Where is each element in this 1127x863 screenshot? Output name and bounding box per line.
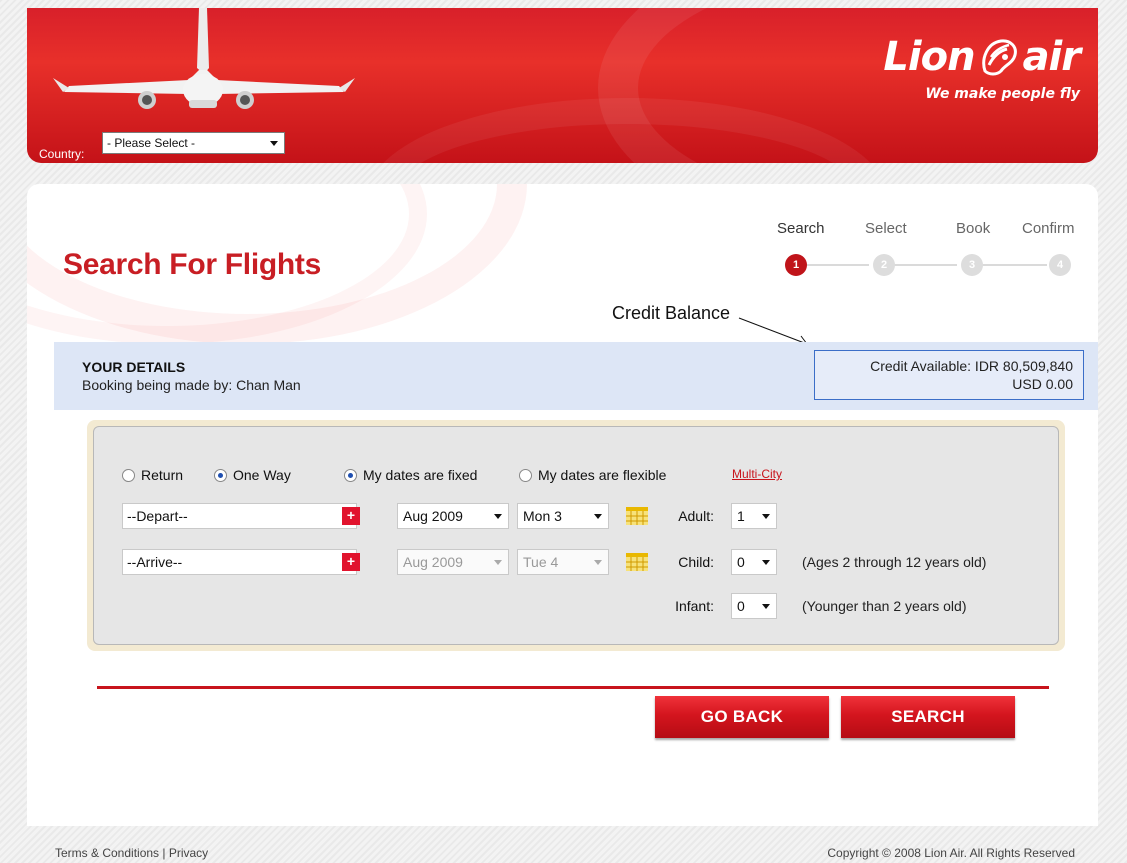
arrive-day-select[interactable]: Tue 4 (517, 549, 609, 575)
chevron-down-icon (762, 604, 770, 609)
lion-air-logo: Lion air We make people fly (883, 34, 1081, 102)
country-select-value: - Please Select - (107, 136, 196, 150)
lion-head-icon (981, 39, 1017, 76)
chevron-down-icon (270, 141, 278, 146)
go-back-button[interactable]: GO BACK (655, 696, 829, 738)
radio-selected-icon (344, 468, 357, 482)
infant-age-note: (Younger than 2 years old) (802, 598, 967, 614)
arrive-month-select[interactable]: Aug 2009 (397, 549, 509, 575)
credit-balance-annotation: Credit Balance (612, 303, 731, 323)
chevron-down-icon (594, 514, 602, 519)
depart-day-select[interactable]: Mon 3 (517, 503, 609, 529)
infant-count-value: 0 (737, 598, 745, 614)
child-label: Child: (678, 554, 714, 570)
footer-links[interactable]: Terms & Conditions | Privacy (55, 846, 208, 860)
infant-count-select[interactable]: 0 (731, 593, 777, 619)
trip-type-return-label: Return (141, 467, 184, 483)
trip-type-return-radio[interactable]: Return (122, 467, 183, 483)
multi-city-link[interactable]: Multi-City (732, 467, 782, 481)
dates-flexible-label: My dates are flexible (538, 467, 667, 483)
arrive-month-value: Aug 2009 (403, 554, 463, 570)
flight-search-form: Return One Way My dates are fixed My dat… (87, 420, 1065, 651)
child-count-select[interactable]: 0 (731, 549, 777, 575)
page-title: Search For Flights (63, 248, 321, 281)
step-number-book: 3 (961, 254, 983, 276)
arrive-calendar-icon[interactable] (626, 553, 648, 571)
depart-month-select[interactable]: Aug 2009 (397, 503, 509, 529)
divider (97, 686, 1049, 689)
depart-add-button[interactable]: + (342, 507, 360, 525)
step-connector (893, 264, 957, 266)
airplane-icon (53, 8, 355, 109)
dates-flexible-radio[interactable]: My dates are flexible (519, 467, 666, 483)
country-select[interactable]: - Please Select - (102, 132, 285, 154)
depart-calendar-icon[interactable] (626, 507, 648, 525)
chevron-down-icon (762, 560, 770, 565)
step-label-book: Book (956, 220, 991, 237)
step-connector (981, 264, 1047, 266)
copyright-text: Copyright © 2008 Lion Air. All Rights Re… (827, 846, 1075, 860)
country-label: Country: (39, 147, 85, 161)
arrive-day-value: Tue 4 (523, 554, 559, 570)
credit-available-box: Credit Available: IDR 80,509,840 USD 0.0… (814, 350, 1084, 400)
radio-icon (519, 468, 532, 482)
dates-fixed-radio[interactable]: My dates are fixed (344, 467, 477, 483)
step-number-search: 1 (785, 254, 807, 276)
chevron-down-icon (494, 560, 502, 565)
step-connector (807, 264, 869, 266)
step-label-confirm: Confirm (1022, 220, 1075, 237)
child-count-value: 0 (737, 554, 745, 570)
radio-icon (122, 468, 135, 482)
details-title: YOUR DETAILS (82, 359, 186, 375)
radio-selected-icon (214, 468, 227, 482)
adult-count-value: 1 (737, 508, 745, 524)
trip-type-oneway-label: One Way (233, 467, 291, 483)
chevron-down-icon (594, 560, 602, 565)
arrive-city-input[interactable]: --Arrive-- (122, 549, 357, 575)
step-number-confirm: 4 (1049, 254, 1071, 276)
child-age-note: (Ages 2 through 12 years old) (802, 554, 987, 570)
chevron-down-icon (762, 514, 770, 519)
depart-day-value: Mon 3 (523, 508, 562, 524)
adult-label: Adult: (678, 508, 714, 524)
trip-type-oneway-radio[interactable]: One Way (214, 467, 291, 483)
infant-label: Infant: (675, 598, 714, 614)
logo-word-air: air (1022, 34, 1081, 80)
credit-usd: USD 0.00 (1012, 376, 1073, 392)
search-button[interactable]: SEARCH (841, 696, 1015, 738)
booking-by-text: Booking being made by: Chan Man (82, 377, 301, 393)
credit-idr: Credit Available: IDR 80,509,840 (870, 358, 1073, 374)
depart-month-value: Aug 2009 (403, 508, 463, 524)
site-footer: Terms & Conditions | Privacy Copyright ©… (0, 828, 1127, 863)
step-label-search: Search (777, 220, 825, 237)
main-content: Search For Flights Search Select Book Co… (27, 184, 1098, 826)
logo-word-lion: Lion (883, 34, 975, 80)
booking-steps: Search Select Book Confirm 1 2 3 4 (771, 214, 1098, 284)
logo-tagline: We make people fly (925, 86, 1080, 102)
depart-city-input[interactable]: --Depart-- (122, 503, 357, 529)
step-number-select: 2 (873, 254, 895, 276)
arrive-add-button[interactable]: + (342, 553, 360, 571)
step-label-select: Select (865, 220, 907, 237)
adult-count-select[interactable]: 1 (731, 503, 777, 529)
site-header: Country: - Please Select - Lion air We m… (27, 8, 1098, 163)
your-details-bar: YOUR DETAILS Booking being made by: Chan… (54, 342, 1098, 410)
chevron-down-icon (494, 514, 502, 519)
dates-fixed-label: My dates are fixed (363, 467, 478, 483)
